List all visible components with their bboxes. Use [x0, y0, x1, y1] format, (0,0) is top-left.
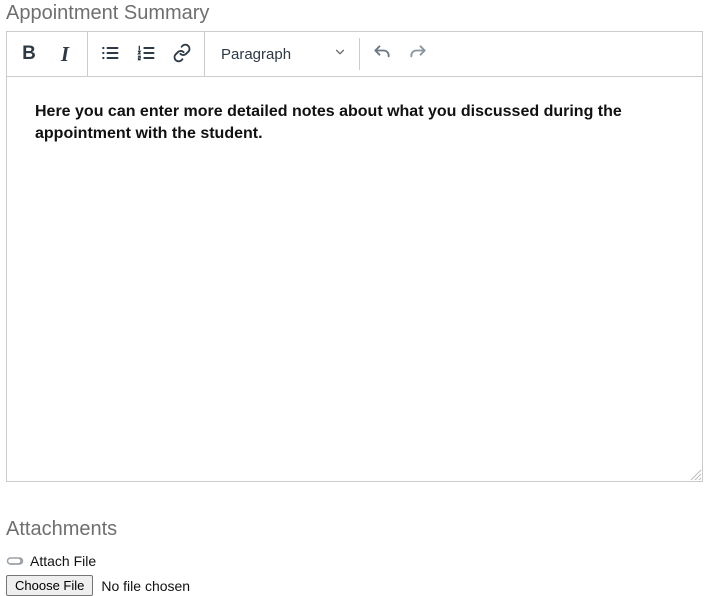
format-dropdown-label: Paragraph: [221, 46, 291, 63]
toolbar-group-history: [360, 32, 440, 76]
choose-file-button[interactable]: Choose File: [6, 575, 93, 596]
attachments-section: Attachments Attach File Choose File No f…: [6, 518, 703, 596]
numbered-list-icon: [136, 43, 156, 66]
format-dropdown[interactable]: Paragraph: [205, 38, 360, 70]
numbered-list-button[interactable]: [128, 36, 164, 72]
rich-text-editor: B I: [6, 31, 703, 482]
italic-icon: I: [61, 42, 69, 67]
attach-file-row: Attach File: [6, 553, 703, 569]
attach-file-label: Attach File: [30, 553, 96, 569]
editor-toolbar: B I: [7, 32, 702, 77]
paperclip-icon: [6, 555, 24, 567]
toolbar-group-text-format: B I: [7, 32, 88, 76]
link-icon: [172, 43, 192, 66]
resize-handle[interactable]: [688, 467, 702, 481]
undo-icon: [372, 43, 392, 66]
file-chosen-status: No file chosen: [101, 578, 190, 594]
undo-button[interactable]: [364, 36, 400, 72]
editor-textarea[interactable]: Here you can enter more detailed notes a…: [7, 77, 702, 481]
redo-icon: [408, 43, 428, 66]
italic-button[interactable]: I: [47, 36, 83, 72]
bullet-list-icon: [100, 43, 120, 66]
file-chooser-row: Choose File No file chosen: [6, 575, 703, 596]
bold-icon: B: [22, 43, 36, 65]
appointment-summary-title: Appointment Summary: [6, 2, 703, 25]
link-button[interactable]: [164, 36, 200, 72]
toolbar-group-lists: [88, 32, 205, 76]
chevron-down-icon: [333, 45, 347, 63]
bold-button[interactable]: B: [11, 36, 47, 72]
attachments-title: Attachments: [6, 518, 703, 541]
bullet-list-button[interactable]: [92, 36, 128, 72]
redo-button[interactable]: [400, 36, 436, 72]
